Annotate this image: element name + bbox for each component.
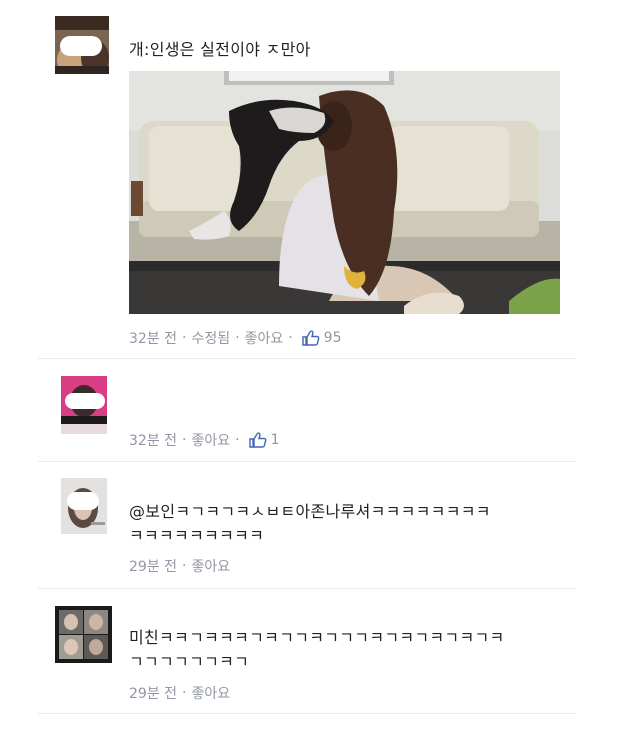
separator: · [182, 330, 187, 346]
avatar-blur [60, 36, 102, 56]
like-button[interactable]: 좋아요 [191, 683, 230, 703]
separator: · [235, 432, 240, 448]
divider [38, 713, 576, 714]
avatar[interactable] [55, 606, 112, 663]
edited-label[interactable]: 수정됨 [191, 328, 230, 348]
avatar[interactable] [55, 16, 109, 74]
thumbs-up-icon[interactable] [301, 330, 320, 346]
avatar-blur [65, 393, 105, 409]
comment-3: @보인ㅋㄱㅋㄱㅋㅅㅂㅌ아존나루셔ㅋㅋㅋㅋㅋㅋㅋㅋ ㅋㅋㅋㅋㅋㅋㅋㅋㅋ 29분 전… [0, 462, 639, 588]
separator: · [235, 330, 240, 346]
comment-text: 개:인생은 실전이야 ㅈ만아 [129, 40, 311, 59]
comment-text-line2: ㄱㄱㄱㄱㄱㄱㅋㄱ [129, 652, 250, 671]
comment-meta: 32분 전 · 좋아요 · 1 [129, 430, 280, 450]
comment-photo[interactable] [129, 71, 560, 314]
commenter-name[interactable] [129, 376, 189, 384]
commenter-name[interactable] [129, 597, 189, 605]
commenter-name-line2 [129, 392, 189, 400]
like-button[interactable]: 좋아요 [245, 328, 284, 348]
comment-2: 32분 전 · 좋아요 · 1 [0, 360, 639, 460]
comment-text: @보인ㅋㄱㅋㄱㅋㅅㅂㅌ아존나루셔ㅋㅋㅋㅋㅋㅋㅋㅋ [129, 502, 491, 521]
comment-1: 개:인생은 실전이야 ㅈ만아 32분 전 · 수정됨 · 좋아요 · 95 [0, 0, 639, 360]
like-count[interactable]: 1 [271, 432, 280, 448]
avatar-photo [55, 606, 112, 663]
avatar[interactable] [61, 376, 107, 434]
separator: · [182, 558, 187, 574]
avatar[interactable] [61, 478, 107, 534]
avatar-blur [67, 492, 99, 510]
comment-text: 미친ㅋㅋㄱㅋㅋㅋㄱㅋㄱㄱㅋㄱㄱㄱㅋㄱㅋㄱㅋㄱㅋㄱㅋ [129, 628, 505, 647]
comment-meta: 29분 전 · 좋아요 [129, 556, 230, 576]
dog-and-girl-photo [129, 71, 560, 314]
timestamp[interactable]: 29분 전 [129, 556, 177, 576]
like-count[interactable]: 95 [324, 330, 342, 346]
separator: · [182, 685, 187, 701]
separator: · [288, 330, 293, 346]
comment-text-line2: ㅋㅋㅋㅋㅋㅋㅋㅋㅋ [129, 526, 265, 545]
commenter-name[interactable] [129, 11, 189, 19]
timestamp[interactable]: 29분 전 [129, 683, 177, 703]
separator: · [182, 432, 187, 448]
timestamp[interactable]: 32분 전 [129, 430, 177, 450]
like-button[interactable]: 좋아요 [191, 430, 230, 450]
divider [38, 358, 576, 359]
timestamp[interactable]: 32분 전 [129, 328, 177, 348]
like-button[interactable]: 좋아요 [191, 556, 230, 576]
thumbs-up-icon[interactable] [248, 432, 267, 448]
comment-meta: 32분 전 · 수정됨 · 좋아요 · 95 [129, 328, 342, 348]
comment-4: 미친ㅋㅋㄱㅋㅋㅋㄱㅋㄱㄱㅋㄱㄱㄱㅋㄱㅋㄱㅋㄱㅋㄱㅋ ㄱㄱㄱㄱㄱㄱㅋㄱ 29분 전… [0, 589, 639, 729]
comment-meta: 29분 전 · 좋아요 [129, 683, 230, 703]
commenter-name[interactable] [129, 468, 209, 476]
